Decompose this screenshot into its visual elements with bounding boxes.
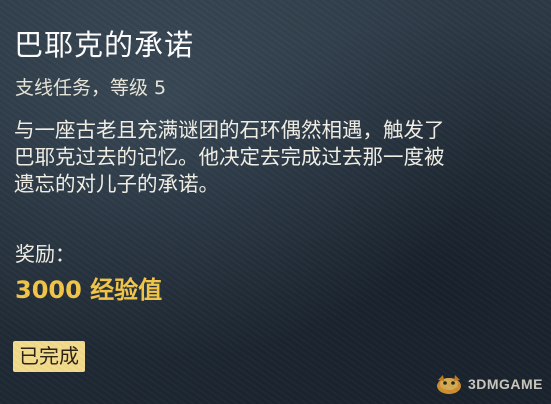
quest-info-panel: 巴耶克的承诺 支线任务，等级 5 与一座古老且充满谜团的石环偶然相遇，触发了 巴… bbox=[0, 0, 551, 404]
status-badge: 已完成 bbox=[13, 341, 85, 372]
quest-title: 巴耶克的承诺 bbox=[14, 28, 195, 62]
watermark-text: 3DMGAME bbox=[467, 376, 543, 392]
quest-description: 与一座古老且充满谜团的石环偶然相遇，触发了 巴耶克过去的记忆。他决定去完成过去那… bbox=[14, 117, 539, 198]
watermark: 3DMGAME bbox=[434, 372, 543, 396]
3dm-logo-icon bbox=[436, 375, 461, 394]
quest-description-line: 与一座古老且充满谜团的石环偶然相遇，触发了 bbox=[14, 118, 445, 142]
reward-label: 奖励： bbox=[15, 242, 75, 266]
reward-value: 3000 经验值 bbox=[15, 276, 163, 304]
quest-description-line: 巴耶克过去的记忆。他决定去完成过去那一度被 bbox=[14, 145, 445, 169]
quest-subtitle: 支线任务，等级 5 bbox=[15, 77, 167, 99]
quest-description-line: 遗忘的对儿子的承诺。 bbox=[14, 172, 219, 196]
